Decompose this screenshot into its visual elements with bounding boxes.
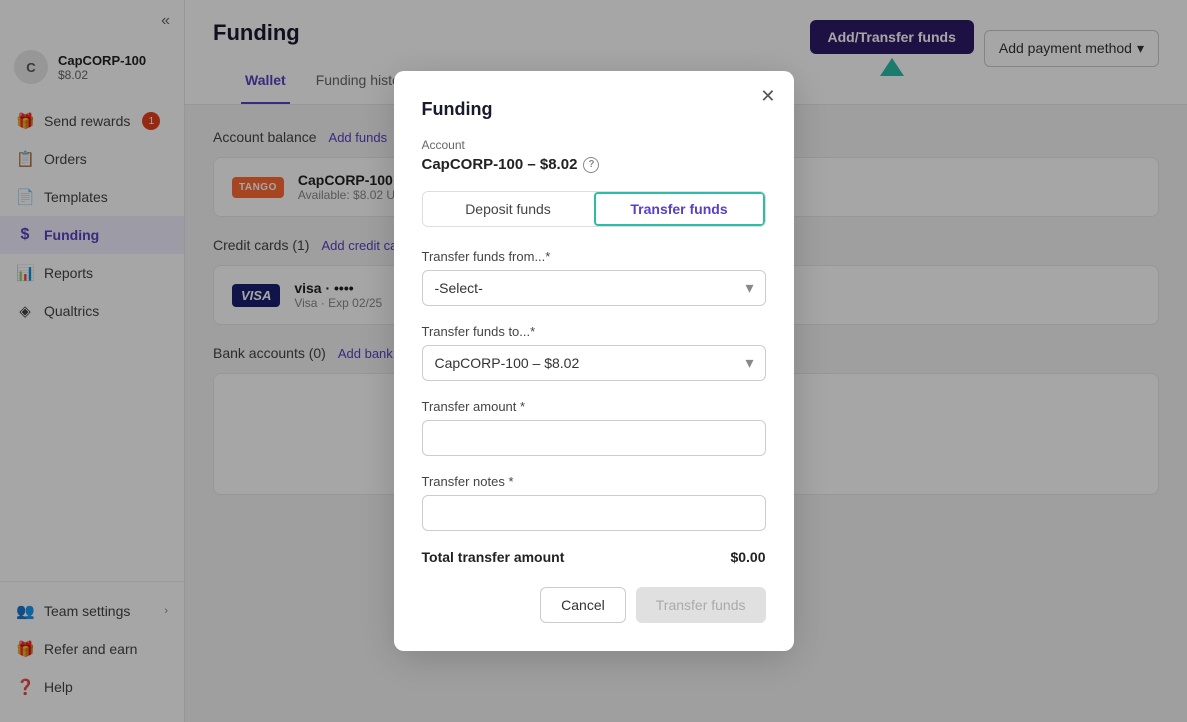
modal-account-label: Account [422,138,766,152]
modal-account-value: CapCORP-100 – $8.02 ? [422,156,766,173]
modal-title: Funding [422,99,766,120]
modal-overlay: ✕ Funding Account CapCORP-100 – $8.02 ? … [0,0,1187,722]
transfer-notes-group: Transfer notes * [422,474,766,531]
transfer-amount-label: Transfer amount * [422,399,766,414]
total-value: $0.00 [730,549,765,565]
cancel-button[interactable]: Cancel [540,587,626,623]
modal-account-text: CapCORP-100 – $8.02 [422,156,578,173]
transfer-to-label: Transfer funds to...* [422,324,766,339]
transfer-to-select-wrapper: CapCORP-100 – $8.02 [422,345,766,381]
transfer-from-group: Transfer funds from...* -Select- [422,249,766,306]
modal-close-button[interactable]: ✕ [760,87,775,105]
transfer-from-select-wrapper: -Select- [422,270,766,306]
transfer-amount-input[interactable] [422,420,766,456]
transfer-amount-group: Transfer amount * [422,399,766,456]
modal-tab-group: Deposit funds Transfer funds [422,191,766,227]
total-label: Total transfer amount [422,549,565,565]
modal-footer: Cancel Transfer funds [422,587,766,623]
transfer-funds-tab[interactable]: Transfer funds [594,192,765,226]
transfer-notes-input[interactable] [422,495,766,531]
transfer-from-select[interactable]: -Select- [422,270,766,306]
total-row: Total transfer amount $0.00 [422,549,766,565]
deposit-funds-tab[interactable]: Deposit funds [423,192,594,226]
transfer-notes-label: Transfer notes * [422,474,766,489]
transfer-from-label: Transfer funds from...* [422,249,766,264]
transfer-to-group: Transfer funds to...* CapCORP-100 – $8.0… [422,324,766,381]
funding-modal: ✕ Funding Account CapCORP-100 – $8.02 ? … [394,71,794,651]
info-icon[interactable]: ? [583,157,599,173]
transfer-to-select[interactable]: CapCORP-100 – $8.02 [422,345,766,381]
transfer-funds-button: Transfer funds [636,587,766,623]
